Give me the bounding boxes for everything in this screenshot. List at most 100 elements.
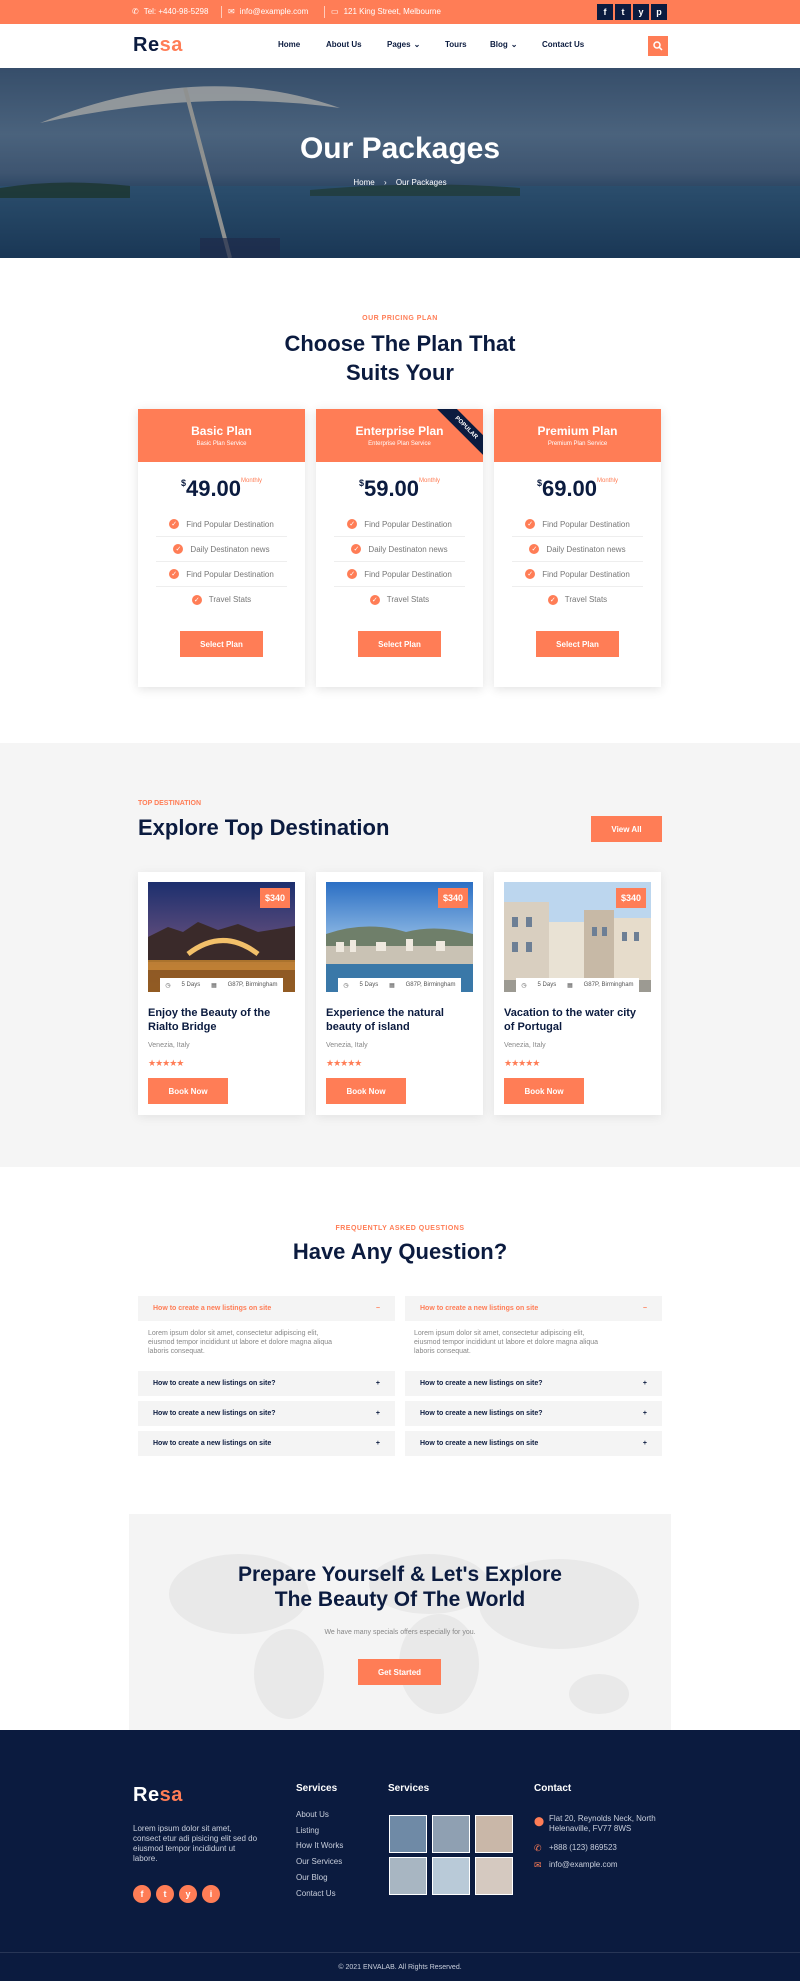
view-all-button[interactable]: View All — [591, 816, 662, 842]
destination-title[interactable]: Experience the natural beauty of island — [326, 1006, 476, 1034]
select-plan-button[interactable]: Select Plan — [536, 631, 619, 657]
price-badge: $340 — [438, 888, 468, 908]
footer-logo[interactable]: Resa — [133, 1784, 183, 1807]
breadcrumb-separator: › — [383, 178, 387, 187]
top-phone[interactable]: ✆ Tel: +440-98-5298 — [132, 7, 208, 16]
nav-blog[interactable]: Blog ⌄ — [490, 40, 517, 49]
feature-item: ✓ Find Popular Destination — [512, 512, 643, 537]
plan-features: ✓ Find Popular Destination ✓ Daily Destina… — [334, 512, 465, 612]
book-now-button[interactable]: Book Now — [504, 1078, 584, 1104]
footer: Resa Lorem ipsum dolor sit amet, consect … — [0, 1730, 800, 1981]
footer-link[interactable]: Contact Us — [296, 1889, 336, 1898]
breadcrumb-home[interactable]: Home — [353, 178, 374, 187]
search-button[interactable] — [648, 36, 668, 56]
faq-question[interactable]: How to create a new listings on site? + — [138, 1401, 395, 1426]
top-address: ▭ 121 King Street, Melbourne — [331, 7, 441, 16]
plus-icon: + — [375, 1440, 380, 1447]
destination-location: Venezia, Italy — [504, 1042, 546, 1049]
plan-header: Premium Plan Premium Plan Service — [494, 409, 661, 462]
footer-link[interactable]: Our Services — [296, 1857, 342, 1866]
destination-image: $340 ◷ 5 Days ▦ G87P, Birmingham — [326, 882, 473, 992]
faq-question[interactable]: How to create a new listings on site − — [138, 1296, 395, 1321]
feature-item: ✓ Find Popular Destination — [156, 562, 287, 587]
feature-item: ✓ Daily Destinaton news — [334, 537, 465, 562]
feature-item: ✓ Travel Stats — [156, 587, 287, 612]
nav-about[interactable]: About Us — [326, 40, 362, 49]
feature-item: ✓ Find Popular Destination — [334, 562, 465, 587]
footer-link[interactable]: Our Blog — [296, 1873, 328, 1882]
check-icon: ✓ — [525, 569, 536, 579]
divider — [324, 6, 325, 18]
rating-stars: ★★★★★ — [148, 1058, 184, 1068]
minus-icon: − — [642, 1305, 647, 1312]
faq-kicker: FREQUENTLY ASKED QUESTIONS — [335, 1225, 465, 1232]
top-email[interactable]: ✉ info@example.com — [228, 7, 308, 16]
minus-icon: − — [375, 1305, 380, 1312]
footer-link[interactable]: Listing — [296, 1826, 319, 1835]
plan-header: Basic Plan Basic Plan Service — [138, 409, 305, 462]
faq-question[interactable]: How to create a new listings on site? + — [405, 1371, 662, 1396]
destination-card[interactable]: $340 ◷ 5 Days ▦ G87P, Birmingham Enjoy the … — [138, 872, 305, 1115]
destination-card[interactable]: $340 ◷ 5 Days ▦ G87P, Birmingham Vacation t… — [494, 872, 661, 1115]
select-plan-button[interactable]: Select Plan — [180, 631, 263, 657]
check-icon: ✓ — [525, 519, 536, 529]
plan-features: ✓ Find Popular Destination ✓ Daily Destina… — [512, 512, 643, 612]
feature-item: ✓ Daily Destinaton news — [512, 537, 643, 562]
hero-banner: Our Packages Home › Our Packages — [0, 68, 800, 258]
check-icon: ✓ — [169, 519, 180, 529]
plus-icon: + — [642, 1440, 647, 1447]
instagram-icon[interactable]: i — [202, 1885, 220, 1903]
destination-title[interactable]: Vacation to the water city of Portugal — [504, 1006, 654, 1034]
check-icon: ✓ — [347, 569, 358, 579]
destination-card[interactable]: $340 ◷ 5 Days ▦ G87P, Birmingham Experience… — [316, 872, 483, 1115]
footer-link[interactable]: How It Works — [296, 1841, 343, 1850]
gallery-thumbnail[interactable] — [389, 1815, 427, 1853]
check-icon: ✓ — [169, 569, 180, 579]
faq-question[interactable]: How to create a new listings on site? + — [405, 1401, 662, 1426]
plan-features: ✓ Find Popular Destination ✓ Daily Destina… — [156, 512, 287, 612]
twitter-icon[interactable]: t — [156, 1885, 174, 1903]
facebook-icon[interactable]: f — [133, 1885, 151, 1903]
cta-title: Prepare Yourself & Let's Explore The Beau… — [237, 1563, 562, 1611]
book-now-button[interactable]: Book Now — [148, 1078, 228, 1104]
select-plan-button[interactable]: Select Plan — [358, 631, 441, 657]
get-started-button[interactable]: Get Started — [358, 1659, 441, 1685]
gallery-thumbnail[interactable] — [475, 1815, 513, 1853]
pricing-title: Choose The Plan That Suits Your — [284, 331, 516, 385]
facebook-icon[interactable]: f — [597, 4, 613, 20]
footer-col-title: Contact — [534, 1783, 572, 1794]
nav-home[interactable]: Home — [278, 40, 300, 49]
book-now-button[interactable]: Book Now — [326, 1078, 406, 1104]
site-logo[interactable]: Resa — [133, 34, 183, 57]
pinterest-icon[interactable]: p — [651, 4, 667, 20]
footer-link[interactable]: About Us — [296, 1810, 329, 1819]
trip-meta: ◷ 5 Days ▦ G87P, Birmingham — [516, 978, 639, 992]
destination-title[interactable]: Enjoy the Beauty of the Rialto Bridge — [148, 1006, 298, 1034]
nav-tours[interactable]: Tours — [445, 40, 467, 49]
footer-email[interactable]: info@example.com — [549, 1860, 618, 1869]
twitter-icon[interactable]: t — [615, 4, 631, 20]
faq-question[interactable]: How to create a new listings on site − — [405, 1296, 662, 1321]
youtube-icon[interactable]: y — [179, 1885, 197, 1903]
youtube-icon[interactable]: y — [633, 4, 649, 20]
nav-contact[interactable]: Contact Us — [542, 40, 584, 49]
gallery-thumbnail[interactable] — [475, 1857, 513, 1895]
phone-icon: ✆ — [534, 1843, 542, 1853]
faq-question[interactable]: How to create a new listings on site? + — [138, 1371, 395, 1396]
footer-phone[interactable]: +888 (123) 869523 — [549, 1843, 617, 1852]
rating-stars: ★★★★★ — [326, 1058, 362, 1068]
breadcrumb-current: Our Packages — [395, 178, 447, 187]
faq-question[interactable]: How to create a new listings on site + — [405, 1431, 662, 1456]
gallery-thumbnail[interactable] — [432, 1815, 470, 1853]
feature-item: ✓ Daily Destinaton news — [156, 537, 287, 562]
gallery-thumbnail[interactable] — [389, 1857, 427, 1895]
map-icon: ▦ — [567, 982, 573, 989]
nav-pages[interactable]: Pages ⌄ — [387, 40, 420, 49]
copyright: © 2021 ENVALAB. All Rights Reserved. — [0, 1952, 800, 1971]
faq-question[interactable]: How to create a new listings on site + — [138, 1431, 395, 1456]
chevron-down-icon: ⌄ — [510, 40, 518, 49]
footer-address: Flat 20, Reynolds Neck, North Helenaville… — [549, 1814, 656, 1833]
pricing-card-enterprise: Enterprise Plan Enterprise Plan Service P… — [316, 409, 483, 687]
mail-icon: ✉ — [228, 7, 235, 16]
gallery-thumbnail[interactable] — [432, 1857, 470, 1895]
